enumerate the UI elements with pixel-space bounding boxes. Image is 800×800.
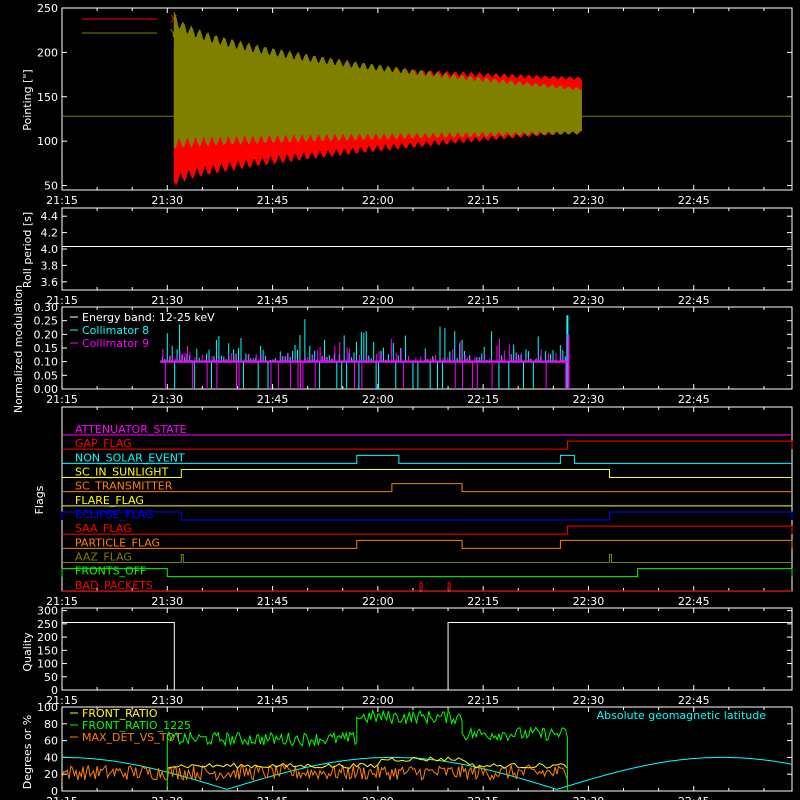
legend-collimator-9: Collimator 9: [82, 337, 149, 350]
x-tick-label: 21:30: [151, 194, 183, 207]
x-tick-label: 21:30: [151, 694, 183, 707]
flag-label: NON_SOLAR_EVENT: [75, 451, 185, 464]
x-tick-label: 22:30: [573, 694, 605, 707]
x-tick-label: 22:15: [467, 393, 499, 406]
x-tick-label: 22:45: [678, 393, 710, 406]
y-tick-label: 50: [44, 671, 58, 684]
x-tick-label: 22:45: [678, 294, 710, 307]
flag-label: ECLIPSE_FLAG: [75, 508, 154, 521]
x-tick-label: 22:00: [362, 595, 394, 608]
x-tick-label: 22:30: [573, 393, 605, 406]
x-tick-label: 21:30: [151, 393, 183, 406]
quality-ylabel: Quality: [21, 632, 34, 672]
x-tick-label: 21:45: [257, 795, 289, 800]
x-tick-label: 22:30: [573, 294, 605, 307]
y-tick-label: 100: [37, 135, 58, 148]
legend-collimator-8: Collimator 8: [82, 324, 149, 337]
y-tick-label: 0.00: [34, 383, 59, 396]
y-tick-label: 3.6: [41, 276, 59, 289]
x-tick-label: 22:15: [467, 294, 499, 307]
x-tick-label: 21:45: [257, 194, 289, 207]
y-tick-label: 4.0: [41, 243, 59, 256]
x-tick-label: 22:30: [573, 194, 605, 207]
y-tick-label: 60: [44, 735, 58, 748]
y-tick-label: 250: [37, 618, 58, 631]
x-tick-label: 22:00: [362, 194, 394, 207]
y-tick-label: 250: [37, 2, 58, 15]
y-tick-label: 150: [37, 644, 58, 657]
flag-label: ATTENUATOR_STATE: [75, 423, 187, 436]
x-tick-label: 22:00: [362, 694, 394, 707]
flag-label: SAA_FLAG: [75, 522, 132, 535]
y-tick-label: 0: [51, 684, 58, 697]
x-tick-label: 21:45: [257, 393, 289, 406]
y-tick-label: 0.25: [34, 315, 59, 328]
x-tick-label: 22:45: [678, 595, 710, 608]
y-tick-label: 50: [44, 180, 58, 193]
x-tick-label: 21:30: [151, 795, 183, 800]
flags-ylabel: Flags: [33, 485, 46, 514]
x-tick-label: 21:45: [257, 294, 289, 307]
x-tick-label: 22:45: [678, 694, 710, 707]
rhessi-summary-plot: Pointing ["] X Y 21:15 21:30 21:45 22:00 22:…: [0, 0, 800, 800]
flag-label: SC_TRANSMITTER: [75, 480, 173, 493]
y-tick-label: 40: [44, 751, 58, 764]
y-tick-label: 100: [37, 658, 58, 671]
y-tick-label: 0.10: [34, 356, 59, 369]
y-tick-label: 20: [44, 768, 58, 781]
y-tick-label: 0.15: [34, 342, 59, 355]
y-tick-label: 0: [51, 785, 58, 798]
y-tick-label: 4.2: [41, 227, 59, 240]
x-tick-label: 22:30: [573, 595, 605, 608]
x-tick-label: 22:45: [678, 795, 710, 800]
legend-energy-band: Energy band: 12-25 keV: [82, 311, 215, 324]
x-tick-label: 21:45: [257, 694, 289, 707]
x-tick-label: 22:00: [362, 795, 394, 800]
flag-label: FRONTS_OFF: [75, 565, 146, 578]
legend-geomagnetic-latitude: Absolute geomagnetic latitude: [597, 709, 767, 722]
y-tick-label: 0.05: [34, 369, 59, 382]
x-tick-label: 22:00: [362, 393, 394, 406]
y-tick-label: 200: [37, 46, 58, 59]
x-tick-label: 22:45: [678, 194, 710, 207]
x-tick-label: 22:30: [573, 795, 605, 800]
y-tick-label: 4.4: [41, 210, 59, 223]
y-tick-label: 80: [44, 718, 58, 731]
x-tick-label: 22:15: [467, 595, 499, 608]
flag-label: AAZ_FLAG: [75, 551, 132, 564]
y-tick-label: 200: [37, 631, 58, 644]
flag-label: GAP_FLAG: [75, 437, 132, 450]
x-tick-label: 22:15: [467, 795, 499, 800]
x-tick-label: 21:30: [151, 595, 183, 608]
y-tick-label: 100: [37, 701, 58, 714]
x-tick-label: 22:15: [467, 194, 499, 207]
flag-label: FLARE_FLAG: [75, 494, 144, 507]
flag-label: PARTICLE_FLAG: [75, 536, 160, 549]
modulation-ylabel: Normalized modulation: [12, 285, 25, 413]
x-tick-label: 21:45: [257, 595, 289, 608]
x-tick-label: 21:30: [151, 294, 183, 307]
pointing-ylabel: Pointing ["]: [21, 69, 34, 130]
x-tick-label: 22:15: [467, 694, 499, 707]
flag-label: BAD_PACKETS: [75, 579, 153, 592]
y-tick-label: 3.8: [41, 259, 59, 272]
roll-period-ylabel: Roll period [s]: [21, 212, 34, 288]
y-tick-label: 0.20: [34, 328, 59, 341]
y-tick-label: 150: [37, 91, 58, 104]
ratios-ylabel: Degrees or %: [21, 715, 34, 789]
x-tick-label: 21:15: [46, 194, 78, 207]
x-tick-label: 22:00: [362, 294, 394, 307]
y-tick-label: 0.30: [34, 301, 59, 314]
y-tick-label: 300: [37, 605, 58, 618]
flag-label: SC_IN_SUNLIGHT: [75, 466, 169, 479]
